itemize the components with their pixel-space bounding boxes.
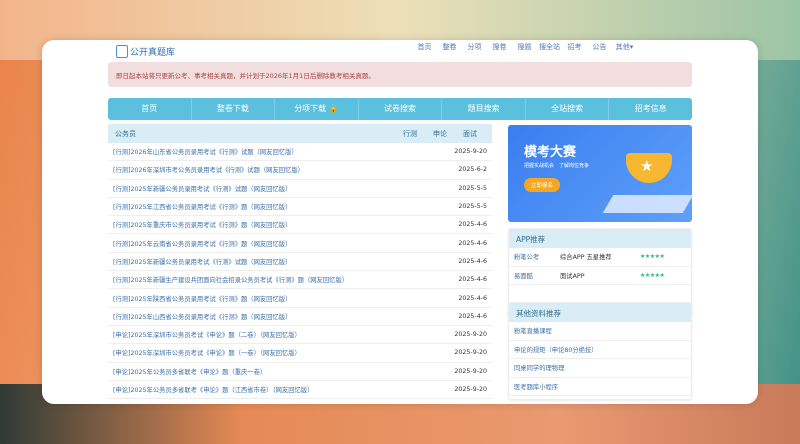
paper-link[interactable]: [申论]2025年深圳市公务员考试《申论》题（二卷）（网友回忆版） bbox=[113, 330, 301, 339]
other-resources-box: 其他资料推荐 粉笔直播课程 申论的规矩（申论80分绝技） 同桌同学的理物理 医考… bbox=[508, 302, 692, 400]
paper-date: 2025-4-6 bbox=[458, 276, 487, 284]
paper-link[interactable]: [行测]2025年新疆公务员录用考试《行测》试题（网友回忆版） bbox=[113, 257, 291, 266]
mainnav-site-search[interactable]: 全站搜索 bbox=[526, 98, 610, 120]
resource-link[interactable]: 粉笔直播课程 bbox=[514, 326, 552, 335]
mainnav-full-download[interactable]: 整卷下载 bbox=[192, 98, 276, 120]
paper-link[interactable]: [申论]2025年深圳市公务员考试《申论》题（一卷）（网友回忆版） bbox=[113, 348, 301, 357]
resource-item: 医考题库小程序 bbox=[509, 378, 691, 396]
resource-link[interactable]: 申论的规矩（申论80分绝技） bbox=[514, 345, 598, 354]
topnav-full[interactable]: 整卷 bbox=[437, 42, 462, 52]
main-nav: 首页 整卷下载 分项下载 🔒 试卷搜索 题目搜索 全站搜索 招考信息 bbox=[108, 98, 692, 120]
paper-date: 2025-5-5 bbox=[458, 203, 487, 211]
list-header: 公务员 行测 申论 面试 bbox=[108, 124, 492, 143]
tab-xingce[interactable]: 行测 bbox=[395, 129, 425, 139]
topnav-search-question[interactable]: 搜题 bbox=[512, 42, 537, 52]
paper-date: 2025-4-6 bbox=[458, 312, 487, 320]
paper-date: 2025-4-6 bbox=[458, 221, 487, 229]
paper-link[interactable]: [申论]2025年公务员多省联考《申论》题（重庆一卷） bbox=[113, 367, 266, 376]
paper-link[interactable]: [行测]2025年江西省公务员录用考试《行测》题（网友回忆版） bbox=[113, 202, 291, 211]
table-row: [行测]2025年重庆市公务员录用考试《行测》题（网友回忆版） 2025-4-6 bbox=[108, 216, 492, 235]
tab-interview[interactable]: 面试 bbox=[455, 129, 485, 139]
table-row: [申论]2025年公务员多省联考《申论》题（重庆一卷） 2025-9-20 bbox=[108, 363, 492, 381]
banner-subtitle: 把握实战机会 了解岗位竞争 bbox=[524, 163, 590, 169]
paper-date: 2025-6-2 bbox=[458, 166, 487, 174]
resource-link[interactable]: 同桌同学的理物理 bbox=[514, 363, 564, 372]
paper-link[interactable]: [行测]2025年云南省公务员录用考试《行测》题（网友回忆版） bbox=[113, 239, 291, 248]
page: 公开真题库 首页 整卷 分项 搜卷 搜题 搜全站 招考 公告 其他▾ 即日起本站… bbox=[42, 40, 758, 404]
lock-icon: 🔒 bbox=[328, 104, 339, 113]
paper-date: 2025-9-20 bbox=[454, 349, 487, 357]
table-row: [行测]2025年陕西省公务员录用考试《行测》题（网友回忆版） 2025-4-6 bbox=[108, 289, 492, 308]
topnav-part[interactable]: 分项 bbox=[462, 42, 487, 52]
resource-item: 申论的规矩（申论80分绝技） bbox=[509, 341, 691, 359]
other-box-title: 其他资料推荐 bbox=[509, 303, 691, 322]
app-desc: 综合APP 五星推荐 bbox=[560, 254, 612, 262]
topnav-search-site[interactable]: 搜全站 bbox=[537, 42, 562, 52]
paper-link[interactable]: [行测]2025年新疆公务员录用考试《行测》试题（网友回忆版） bbox=[113, 184, 291, 193]
mainnav-part-download[interactable]: 分项下载 🔒 bbox=[275, 98, 359, 120]
top-nav: 首页 整卷 分项 搜卷 搜题 搜全站 招考 公告 其他▾ bbox=[412, 42, 637, 52]
trophy-icon bbox=[626, 153, 672, 183]
paper-date: 2025-9-20 bbox=[454, 386, 487, 393]
app-link[interactable]: 粉笔公考 bbox=[514, 252, 560, 261]
paper-date: 2025-9-20 bbox=[454, 148, 487, 156]
resource-item: 粉笔直播课程 bbox=[509, 322, 691, 341]
mainnav-paper-search[interactable]: 试卷搜索 bbox=[359, 98, 443, 120]
table-row: [行测]2026年山东省公务员录用考试《行测》试题（网友回忆版） 2025-9-2… bbox=[108, 143, 492, 162]
app-row: 易面酷 面试APP ★★★★★ bbox=[509, 267, 691, 285]
table-row: [行测]2025年新疆公务员录用考试《行测》试题（网友回忆版） 2025-5-5 bbox=[108, 180, 492, 198]
mainnav-home[interactable]: 首页 bbox=[108, 98, 192, 120]
paper-date: 2025-9-20 bbox=[454, 331, 487, 339]
resource-link[interactable]: 医考题库小程序 bbox=[514, 382, 558, 391]
paper-stack-image bbox=[602, 195, 692, 213]
topnav-recruit[interactable]: 招考 bbox=[562, 42, 587, 52]
paper-date: 2025-4-6 bbox=[458, 294, 487, 302]
table-row: [行测]2025年新疆公务员录用考试《行测》试题（网友回忆版） 2025-4-6 bbox=[108, 253, 492, 272]
paper-link[interactable]: [行测]2025年陕西省公务员录用考试《行测》题（网友回忆版） bbox=[113, 294, 291, 303]
app-desc: 面试APP bbox=[560, 272, 585, 280]
tab-shenlun[interactable]: 申论 bbox=[425, 129, 455, 139]
mock-exam-banner[interactable]: 模考大赛 把握实战机会 了解岗位竞争 立即报名 bbox=[508, 125, 692, 222]
app-box-title: APP推荐 bbox=[509, 229, 691, 248]
star-rating-icon: ★★★★★ bbox=[640, 253, 665, 261]
resource-item: 同桌同学的理物理 bbox=[509, 359, 691, 378]
paper-list: 公务员 行测 申论 面试 [行测]2026年山东省公务员录用考试《行测》试题（网… bbox=[108, 124, 492, 400]
paper-date: 2025-9-20 bbox=[454, 367, 487, 375]
app-link[interactable]: 易面酷 bbox=[514, 271, 560, 280]
table-row: [行测]2026年深圳市考公务员录用考试《行测》试题（网友回忆版） 2025-6-… bbox=[108, 161, 492, 180]
paper-date: 2025-5-5 bbox=[458, 184, 487, 192]
star-rating-icon: ★★★★★ bbox=[640, 271, 665, 279]
paper-link[interactable]: [行测]2025年新疆生产建设兵团面向社会招录公务员考试《行测》题（网友回忆版） bbox=[113, 275, 348, 284]
paper-link[interactable]: [申论]2025年公务员多省联考《申论》题（江西省市卷）（网友回忆版） bbox=[113, 385, 313, 394]
topnav-notice[interactable]: 公告 bbox=[587, 42, 612, 52]
topnav-home[interactable]: 首页 bbox=[412, 42, 437, 52]
table-row: [申论]2025年深圳市公务员考试《申论》题（二卷）（网友回忆版） 2025-9-… bbox=[108, 326, 492, 345]
alert-banner: 即日起本站将只更新公考、事考相关真题，并计划于2026年1月1日后删除教考相关真… bbox=[108, 62, 692, 87]
banner-title: 模考大赛 bbox=[524, 145, 577, 160]
site-logo[interactable]: 公开真题库 bbox=[116, 45, 175, 58]
app-row: 粉笔公考 综合APP 五星推荐 ★★★★★ bbox=[509, 248, 691, 267]
table-row: [申论]2025年公务员多省联考《申论》题（江西省市卷）（网友回忆版） 2025-… bbox=[108, 381, 492, 400]
logo-icon bbox=[116, 45, 128, 58]
paper-link[interactable]: [行测]2026年深圳市考公务员录用考试《行测》试题（网友回忆版） bbox=[113, 165, 304, 174]
mainnav-recruit-info[interactable]: 招考信息 bbox=[609, 98, 692, 120]
paper-date: 2025-4-6 bbox=[458, 257, 487, 265]
table-row: [申论]2025年深圳市公务员考试《申论》题（一卷）（网友回忆版） 2025-9-… bbox=[108, 344, 492, 363]
table-row: [行测]2025年山西省公务员录用考试《行测》题（网友回忆版） 2025-4-6 bbox=[108, 308, 492, 326]
table-row: [行测]2025年新疆生产建设兵团面向社会招录公务员考试《行测》题（网友回忆版）… bbox=[108, 271, 492, 290]
mainnav-question-search[interactable]: 题目搜索 bbox=[442, 98, 526, 120]
paper-link[interactable]: [行测]2025年山西省公务员录用考试《行测》题（网友回忆版） bbox=[113, 312, 291, 321]
topnav-search-paper[interactable]: 搜卷 bbox=[487, 42, 512, 52]
paper-link[interactable]: [行测]2025年重庆市公务员录用考试《行测》题（网友回忆版） bbox=[113, 220, 291, 229]
topnav-more[interactable]: 其他▾ bbox=[612, 42, 637, 52]
table-row: [行测]2025年云南省公务员录用考试《行测》题（网友回忆版） 2025-4-6 bbox=[108, 234, 492, 253]
signup-button[interactable]: 立即报名 bbox=[524, 178, 561, 192]
list-title[interactable]: 公务员 bbox=[115, 129, 395, 139]
paper-date: 2025-4-6 bbox=[458, 239, 487, 247]
table-row: [行测]2025年江西省公务员录用考试《行测》题（网友回忆版） 2025-5-5 bbox=[108, 198, 492, 217]
paper-link[interactable]: [行测]2026年山东省公务员录用考试《行测》试题（网友回忆版） bbox=[113, 147, 298, 156]
